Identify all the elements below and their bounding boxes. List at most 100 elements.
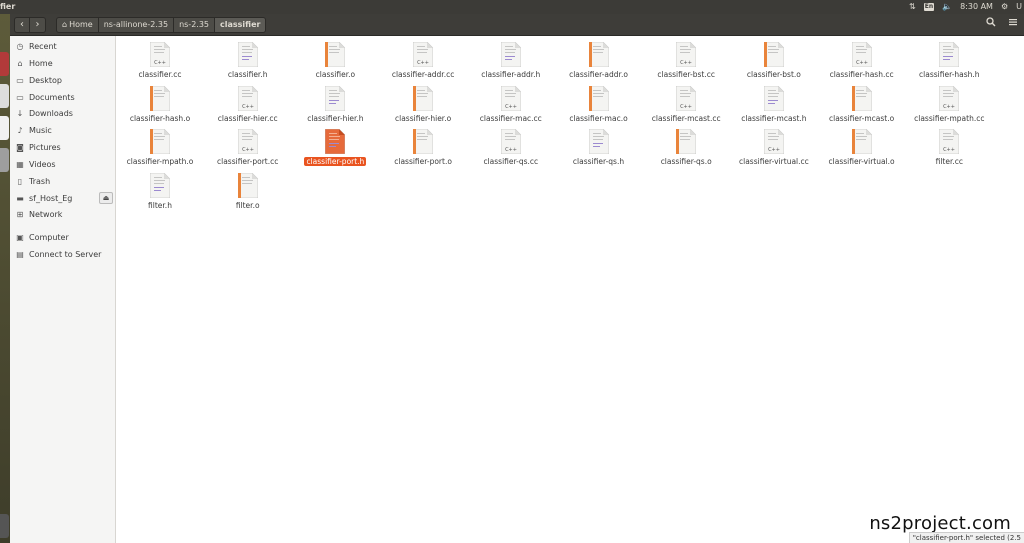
file-item[interactable]: classifier-hier.h (291, 82, 379, 125)
file-item[interactable]: classifier-bst.o (730, 38, 818, 81)
home-icon: ⌂ (17, 59, 23, 68)
file-item[interactable]: C++ classifier-hash.cc (818, 38, 906, 81)
eject-icon[interactable]: ⏏ (99, 192, 113, 204)
sidebar-item-recent[interactable]: ◷ Recent (10, 39, 115, 55)
file-item[interactable]: classifier.o (291, 38, 379, 81)
arrows-up-down-icon[interactable]: ⇅ (909, 0, 916, 14)
forward-button[interactable]: › (30, 17, 46, 33)
file-name-text: filter.o (235, 200, 260, 210)
crumb-ns-allinone[interactable]: ns-allinone-2.35 (98, 17, 175, 33)
file-cc-icon: C++ (675, 41, 697, 68)
crumb-home[interactable]: ⌂ Home (56, 17, 99, 33)
file-item[interactable]: classifier-addr.h (467, 38, 555, 81)
file-cc-icon: C++ (500, 128, 522, 155)
file-item[interactable]: C++ classifier-addr.cc (379, 38, 467, 81)
file-h-icon (588, 128, 609, 155)
sidebar-item-trash[interactable]: ▯ Trash (10, 174, 115, 190)
documents-folder-icon: ▭ (16, 93, 24, 102)
user-name[interactable]: U (1016, 0, 1022, 14)
sidebar-item-connect-to-server[interactable]: ▤ Connect to Server (10, 247, 115, 263)
file-item[interactable]: C++ classifier-hier.cc (204, 82, 292, 125)
file-item[interactable]: classifier-hash.o (116, 82, 204, 125)
sidebar-item-computer[interactable]: ▣ Computer (10, 230, 115, 246)
file-name-text: classifier-mcast.o (828, 113, 895, 123)
launcher-app-icon[interactable] (0, 116, 9, 140)
back-button[interactable]: ‹ (14, 17, 30, 33)
file-item[interactable]: classifier-qs.h (555, 125, 643, 168)
svg-text:C++: C++ (680, 60, 692, 66)
file-name-text: classifier-hier.h (307, 113, 364, 123)
computer-icon: ▣ (16, 233, 24, 242)
file-item[interactable]: C++ classifier-virtual.cc (730, 125, 818, 168)
sidebar-item-videos[interactable]: ▦ Videos (10, 157, 115, 173)
file-item[interactable]: C++ classifier.cc (116, 38, 204, 81)
search-icon[interactable] (980, 14, 1002, 35)
file-item[interactable]: classifier-mcast.h (730, 82, 818, 125)
file-name-text: classifier-mpath.cc (914, 113, 985, 123)
file-item[interactable]: C++ filter.cc (905, 125, 993, 168)
file-item[interactable]: classifier-port.h (291, 125, 379, 168)
sidebar-item-documents[interactable]: ▭ Documents (10, 90, 115, 106)
file-item[interactable]: classifier-mcast.o (818, 82, 906, 125)
file-name-text: classifier-hash.h (919, 70, 980, 79)
file-item[interactable]: C++ classifier-mcast.cc (642, 82, 730, 125)
file-item[interactable]: C++ classifier-qs.cc (467, 125, 555, 168)
file-cc-icon: C++ (149, 41, 171, 68)
file-item[interactable]: classifier-qs.o (642, 125, 730, 168)
file-item[interactable]: classifier-port.o (379, 125, 467, 168)
file-item[interactable]: classifier-virtual.o (818, 125, 906, 168)
launcher-app-icon[interactable] (0, 84, 9, 108)
sidebar-item-sf-host-eg[interactable]: ▬ sf_Host_Eg ⏏ (10, 191, 115, 207)
file-name-text: classifier-virtual.cc (739, 157, 809, 166)
file-item[interactable]: C++ classifier-port.cc (204, 125, 292, 168)
file-name: classifier-port.h (291, 157, 379, 167)
file-item[interactable]: C++ classifier-bst.cc (642, 38, 730, 81)
file-name: classifier-mcast.cc (642, 114, 730, 124)
nav-buttons: ‹ › (14, 17, 46, 33)
launcher-app-icon[interactable] (0, 514, 9, 538)
file-cc-icon: C++ (237, 85, 258, 111)
sidebar-item-desktop[interactable]: ▭ Desktop (10, 73, 115, 89)
file-item[interactable]: classifier-hier.o (379, 82, 467, 125)
launcher-app-icon[interactable] (0, 52, 9, 76)
file-name: classifier-mcast.o (818, 114, 906, 124)
file-name: classifier-addr.o (555, 70, 643, 80)
sidebar-item-pictures[interactable]: ◙ Pictures (10, 140, 115, 156)
sidebar-item-music[interactable]: ♪ Music (10, 123, 115, 139)
file-item[interactable]: classifier.h (204, 38, 292, 81)
svg-text:C++: C++ (943, 147, 955, 153)
clock-time[interactable]: 8:30 AM (960, 0, 993, 14)
file-item[interactable]: C++ classifier-mac.cc (467, 82, 555, 125)
sidebar-item-label: sf_Host_Eg (29, 194, 73, 203)
launcher-app-icon[interactable] (0, 148, 9, 172)
file-item[interactable]: classifier-mac.o (555, 82, 643, 125)
network-icon: ⊞ (16, 210, 24, 219)
sidebar-item-label: Home (29, 59, 53, 68)
hamburger-menu-icon[interactable] (1002, 14, 1024, 35)
file-item[interactable]: filter.h (116, 169, 204, 212)
svg-text:C++: C++ (768, 147, 780, 153)
file-o-icon (851, 85, 872, 111)
keyboard-indicator[interactable]: En (923, 3, 935, 11)
file-o-icon (675, 128, 697, 155)
status-bar: "classifier-port.h" selected (2.5 (908, 532, 1024, 543)
speaker-icon[interactable]: 🔈 (942, 0, 952, 14)
file-item[interactable]: filter.o (204, 169, 292, 212)
file-item[interactable]: classifier-addr.o (555, 38, 643, 81)
sidebar-item-home[interactable]: ⌂ Home (10, 56, 115, 72)
file-item[interactable]: C++ classifier-mpath.cc (905, 82, 993, 125)
file-item[interactable]: classifier-mpath.o (116, 125, 204, 168)
crumb-classifier[interactable]: classifier (215, 17, 267, 33)
file-h-icon (938, 41, 960, 68)
crumb-ns-2-35[interactable]: ns-2.35 (174, 17, 215, 33)
sidebar-item-downloads[interactable]: ↓ Downloads (10, 106, 115, 122)
file-item[interactable]: classifier-hash.h (905, 38, 993, 81)
watermark: ns2project.com (869, 513, 1011, 534)
sidebar-item-network[interactable]: ⊞ Network (10, 207, 115, 223)
file-name-text: classifier-qs.h (572, 157, 625, 166)
file-cc-icon: C++ (851, 41, 872, 68)
file-grid: C++ classifier.cc classifier.h classifier.o… (116, 36, 1024, 543)
film-icon: ▦ (16, 160, 24, 169)
gear-icon[interactable]: ⚙ (1001, 0, 1008, 14)
file-name-text: classifier-bst.o (746, 70, 801, 79)
